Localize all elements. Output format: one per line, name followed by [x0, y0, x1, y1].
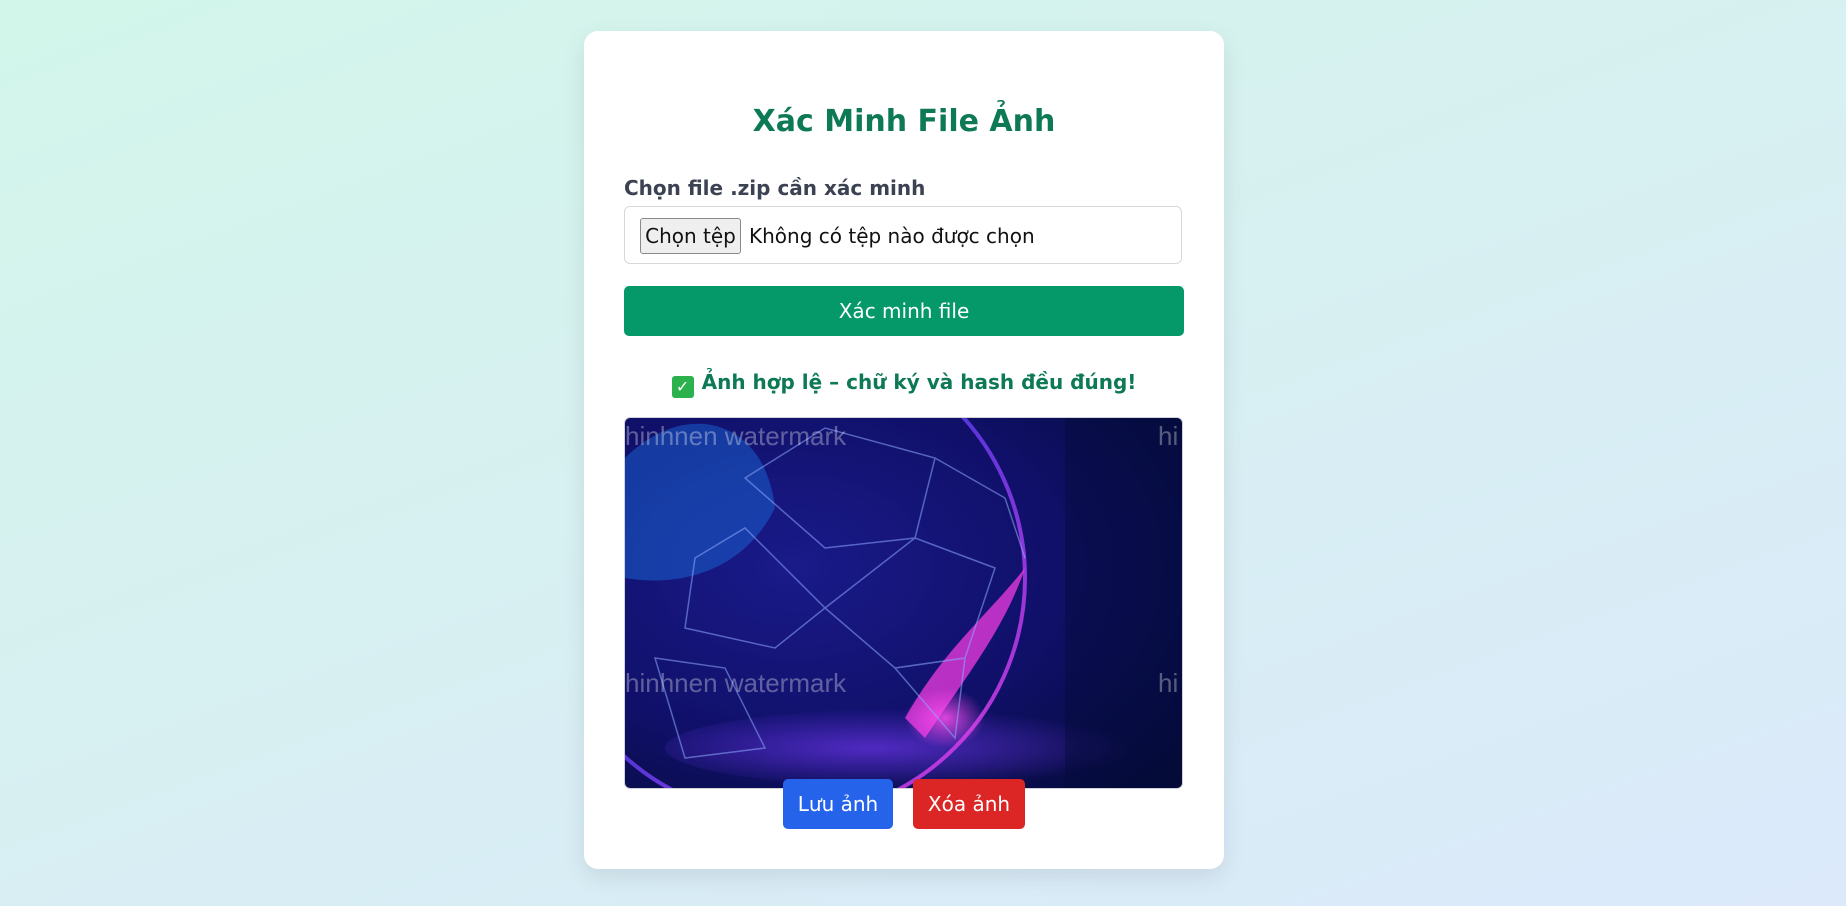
watermark-text-partial: hi — [1158, 668, 1179, 698]
check-icon: ✓ — [671, 376, 694, 398]
save-image-button[interactable]: Lưu ảnh — [783, 779, 893, 829]
preview-image — [625, 418, 1182, 788]
file-status-text: Không có tệp nào được chọn — [749, 224, 1035, 248]
status-text: Ảnh hợp lệ – chữ ký và hash đều đúng! — [701, 370, 1137, 394]
image-preview: hinhnen watermark hi hinhnen watermark h… — [624, 417, 1183, 789]
page-title: Xác Minh File Ảnh — [752, 104, 1056, 139]
file-input[interactable]: Chọn tệp Không có tệp nào được chọn — [624, 206, 1182, 264]
delete-image-button[interactable]: Xóa ảnh — [913, 779, 1025, 829]
watermark-text: hinhnen watermark — [625, 668, 847, 698]
watermark-text: hinhnen watermark — [625, 421, 847, 451]
choose-file-button[interactable]: Chọn tệp — [640, 218, 741, 254]
verify-file-button[interactable]: Xác minh file — [624, 286, 1184, 336]
watermark-text-partial: hi — [1158, 421, 1179, 451]
verification-card: Xác Minh File Ảnh Chọn file .zip cần xác… — [584, 31, 1224, 869]
verification-status: ✓ Ảnh hợp lệ – chữ ký và hash đều đúng! — [584, 370, 1224, 398]
file-field-label: Chọn file .zip cần xác minh — [624, 176, 926, 200]
